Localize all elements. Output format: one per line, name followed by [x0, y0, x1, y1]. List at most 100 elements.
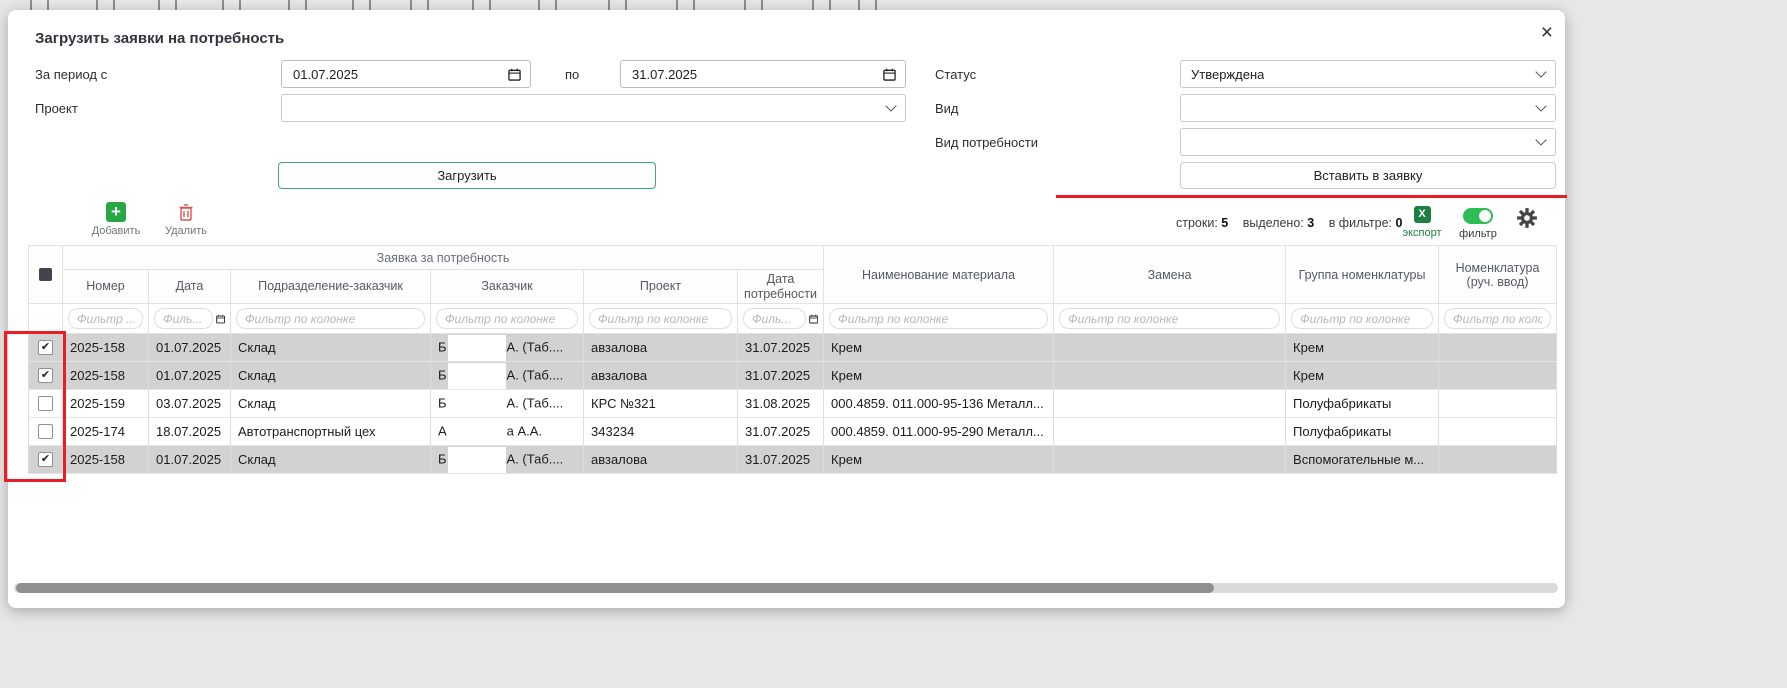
- filter-toggle[interactable]: фильтр: [1452, 208, 1504, 240]
- add-button[interactable]: Добавить: [84, 202, 148, 237]
- cell-department: Склад: [231, 362, 431, 390]
- filter-input-nomenclature-group[interactable]: [1291, 308, 1433, 329]
- filter-input-customer[interactable]: [436, 308, 578, 329]
- date-from-field[interactable]: [281, 60, 531, 88]
- customer-text: А. (Таб....: [507, 339, 564, 354]
- col-header-need-date: Дата потребности: [738, 270, 824, 304]
- cell-nomenclature-group: Полуфабрикаты: [1286, 390, 1439, 418]
- delete-button[interactable]: Удалить: [154, 202, 218, 237]
- cell-need-date: 31.07.2025: [738, 334, 824, 362]
- cell-material: 000.4859. 011.000-95-290 Металл...: [824, 418, 1054, 446]
- col-header-date: Дата: [149, 270, 231, 304]
- col-header-customer: Заказчик: [431, 270, 584, 304]
- cell-customer: БА. (Таб....: [431, 362, 584, 390]
- calendar-icon[interactable]: [883, 68, 896, 81]
- filter-input-project[interactable]: [589, 308, 732, 329]
- cell-need-date: 31.07.2025: [738, 362, 824, 390]
- redaction-box: [448, 335, 506, 361]
- load-button[interactable]: Загрузить: [278, 162, 656, 189]
- customer-text: Б: [438, 367, 447, 382]
- filter-input-replacement[interactable]: [1059, 308, 1280, 329]
- cell-department: Склад: [231, 390, 431, 418]
- selected-count-label: выделено:: [1243, 216, 1304, 230]
- selected-count-value: 3: [1307, 216, 1314, 230]
- cell-replacement: [1054, 362, 1286, 390]
- cell-nomenclature-group: Крем: [1286, 334, 1439, 362]
- cell-manual-nomenclature: [1439, 390, 1557, 418]
- period-from-label: За период с: [35, 67, 107, 82]
- filter-input-manual-nomenclature[interactable]: [1444, 308, 1551, 329]
- customer-text: А. (Таб....: [507, 395, 564, 410]
- cell-project: авзалова: [584, 334, 738, 362]
- date-to-field[interactable]: [620, 60, 906, 88]
- cell-nomenclature-group: Вспомогательные м...: [1286, 446, 1439, 474]
- cell-project: 343234: [584, 418, 738, 446]
- settings-gear-icon[interactable]: [1516, 207, 1538, 229]
- calendar-icon[interactable]: [809, 313, 818, 325]
- project-select[interactable]: [281, 94, 906, 122]
- chevron-down-icon: [1535, 66, 1546, 77]
- chevron-down-icon: [1535, 100, 1546, 111]
- cell-need-date: 31.07.2025: [738, 446, 824, 474]
- kind-select[interactable]: [1180, 94, 1556, 122]
- status-select[interactable]: Утверждена: [1180, 60, 1556, 88]
- table-row[interactable]: 2025-174 18.07.2025 Автотранспортный цех…: [29, 418, 1557, 446]
- table-row[interactable]: 2025-159 03.07.2025 Склад БА. (Таб.... К…: [29, 390, 1557, 418]
- filter-input-need-date[interactable]: [743, 308, 806, 329]
- cell-date: 01.07.2025: [149, 334, 231, 362]
- load-requests-modal: Загрузить заявки на потребность × За пер…: [8, 10, 1565, 608]
- col-header-replacement: Замена: [1054, 246, 1286, 304]
- cell-replacement: [1054, 390, 1286, 418]
- cell-nomenclature-group: Крем: [1286, 362, 1439, 390]
- cell-department: Склад: [231, 446, 431, 474]
- cell-customer: Б А. (Таб....: [431, 334, 584, 362]
- scrollbar-thumb[interactable]: [16, 583, 1214, 593]
- delete-button-label: Удалить: [154, 225, 218, 237]
- need-kind-label: Вид потребности: [935, 135, 1038, 150]
- date-to-input[interactable]: [630, 66, 877, 83]
- chevron-down-icon: [885, 100, 896, 111]
- annotation-red-line: [1056, 195, 1567, 198]
- in-filter-count-label: в фильтре:: [1329, 216, 1392, 230]
- annotation-red-box: [4, 331, 66, 482]
- cell-manual-nomenclature: [1439, 334, 1557, 362]
- export-button[interactable]: X экспорт: [1398, 206, 1446, 239]
- filter-toggle-label: фильтр: [1452, 228, 1504, 240]
- cell-number: 2025-158: [63, 334, 149, 362]
- filter-input-material[interactable]: [829, 308, 1048, 329]
- filter-input-date[interactable]: [154, 308, 213, 329]
- cell-material: Крем: [824, 446, 1054, 474]
- cell-replacement: [1054, 334, 1286, 362]
- add-button-label: Добавить: [84, 225, 148, 237]
- horizontal-scrollbar[interactable]: [14, 583, 1558, 593]
- status-label: Статус: [935, 67, 976, 82]
- rows-count-label: строки:: [1176, 216, 1218, 230]
- filter-input-number[interactable]: [68, 308, 143, 329]
- cell-material: 000.4859. 011.000-95-136 Металл...: [824, 390, 1054, 418]
- close-icon[interactable]: ×: [1541, 22, 1553, 43]
- redaction-box: [448, 391, 506, 417]
- toggle-on-icon[interactable]: [1463, 208, 1493, 224]
- insert-into-request-button[interactable]: Вставить в заявку: [1180, 162, 1556, 189]
- cell-customer: БА. (Таб....: [431, 390, 584, 418]
- select-all-checkbox[interactable]: [39, 268, 52, 281]
- need-kind-select[interactable]: [1180, 128, 1556, 156]
- calendar-icon[interactable]: [216, 313, 225, 325]
- cell-project: авзалова: [584, 362, 738, 390]
- chevron-down-icon: [1535, 134, 1546, 145]
- col-header-material: Наименование материала: [824, 246, 1054, 304]
- table-row[interactable]: 2025-158 01.07.2025 Склад БА. (Таб.... а…: [29, 446, 1557, 474]
- customer-text: А. (Таб....: [507, 451, 564, 466]
- table-row[interactable]: 2025-158 01.07.2025 Склад БА. (Таб.... а…: [29, 362, 1557, 390]
- cell-replacement: [1054, 418, 1286, 446]
- cell-number: 2025-174: [63, 418, 149, 446]
- date-from-input[interactable]: [291, 66, 502, 83]
- table-row[interactable]: 2025-158 01.07.2025 Склад БА. (Таб.... а…: [29, 334, 1557, 362]
- filter-input-department[interactable]: [236, 308, 425, 329]
- customer-text: а А.А.: [507, 423, 542, 438]
- calendar-icon[interactable]: [508, 68, 521, 81]
- cell-customer: Аа А.А.: [431, 418, 584, 446]
- project-label: Проект: [35, 101, 78, 116]
- col-header-nomenclature-group: Группа номенклатуры: [1286, 246, 1439, 304]
- customer-text: Б: [438, 339, 447, 354]
